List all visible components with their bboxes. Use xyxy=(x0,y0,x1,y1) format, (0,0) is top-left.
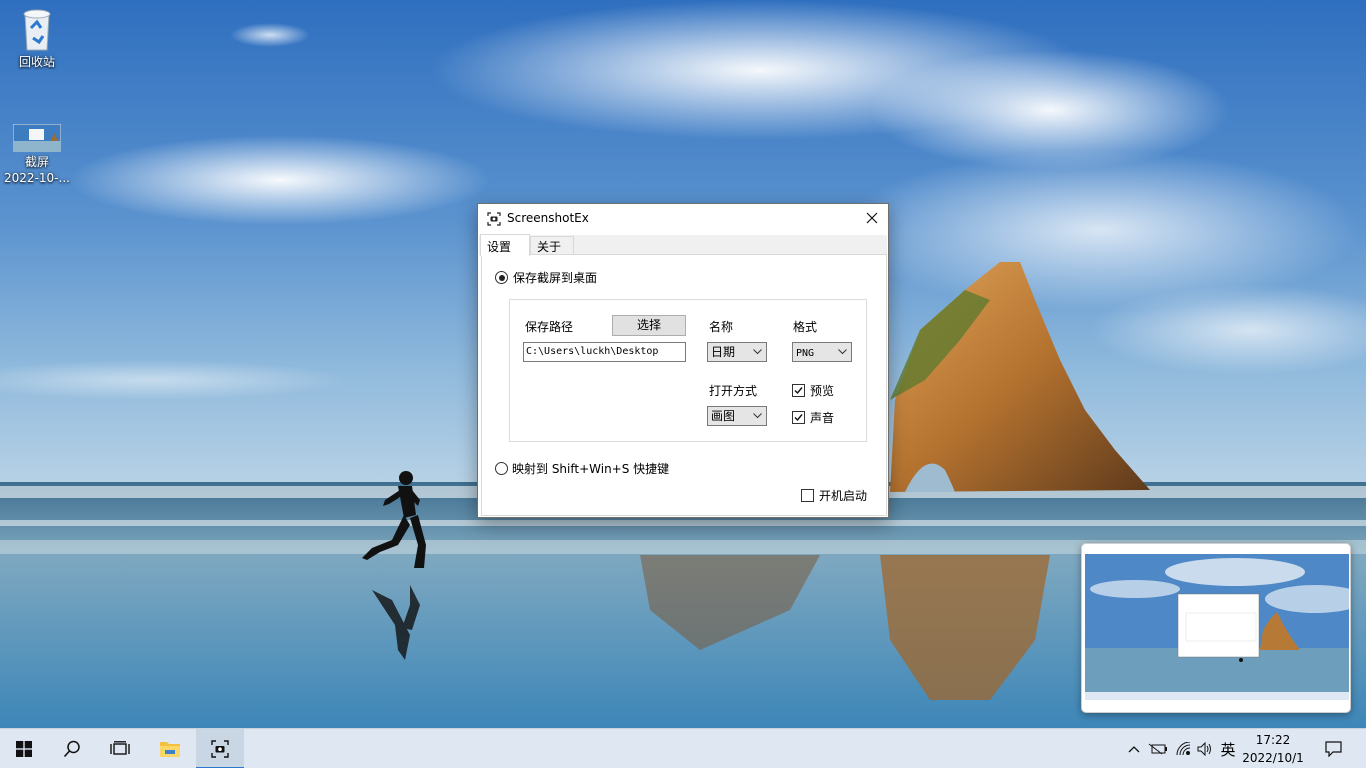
volume-button[interactable] xyxy=(1195,729,1215,768)
screenshotex-window: ScreenshotEx 设置 关于 保存截屏到桌面 保存路径 选择 C:\Us… xyxy=(477,203,889,518)
chevron-down-icon xyxy=(753,349,762,355)
checkmark-icon xyxy=(794,387,803,395)
save-path-input[interactable]: C:\Users\luckh\Desktop xyxy=(523,342,686,362)
map-shortcut-radio[interactable] xyxy=(495,462,508,475)
battery-icon xyxy=(1148,743,1167,755)
clock-time: 17:22 xyxy=(1255,733,1291,747)
screenshot-file-sublabel: 2022-10-... xyxy=(4,171,70,185)
format-select[interactable]: PNG xyxy=(792,342,852,362)
preview-checkbox[interactable] xyxy=(792,384,805,397)
speaker-icon xyxy=(1197,742,1211,756)
start-button[interactable] xyxy=(0,729,48,768)
choose-path-button[interactable]: 选择 xyxy=(612,315,686,336)
tab-strip: 设置 关于 xyxy=(479,234,887,256)
file-explorer-button[interactable] xyxy=(146,729,194,768)
screenshot-file-desktop-icon[interactable]: 截屏 2022-10-... xyxy=(0,124,74,186)
format-label: 格式 xyxy=(793,320,818,334)
settings-tab-page: 保存截屏到桌面 保存路径 选择 C:\Users\luckh\Desktop 名… xyxy=(481,254,887,516)
app-camera-icon xyxy=(487,212,501,226)
tab-settings[interactable]: 设置 xyxy=(480,234,530,256)
title-bar[interactable]: ScreenshotEx xyxy=(478,204,888,234)
save-options-group: 保存路径 选择 C:\Users\luckh\Desktop 名称 日期 格式 … xyxy=(509,299,867,442)
format-select-value: PNG xyxy=(796,348,815,359)
folder-icon xyxy=(160,742,180,757)
sound-checkbox[interactable] xyxy=(792,411,805,424)
autostart-label[interactable]: 开机启动 xyxy=(819,487,867,504)
autostart-checkbox[interactable] xyxy=(801,489,814,502)
save-to-desktop-label[interactable]: 保存截屏到桌面 xyxy=(513,269,597,286)
recycle-bin-desktop-icon[interactable]: 回收站 xyxy=(0,6,74,70)
search-button[interactable] xyxy=(48,729,96,768)
tab-about[interactable]: 关于 xyxy=(530,236,574,256)
close-icon xyxy=(866,212,878,224)
image-file-icon xyxy=(13,124,61,152)
camera-icon xyxy=(211,740,229,758)
notifications-button[interactable] xyxy=(1318,729,1348,768)
clock-date: 2022/10/1 xyxy=(1242,751,1304,765)
recycle-bin-label: 回收站 xyxy=(18,55,55,69)
screenshotex-taskbar-button[interactable] xyxy=(196,729,244,768)
window-title: ScreenshotEx xyxy=(507,211,589,225)
show-hidden-icons-button[interactable] xyxy=(1124,729,1144,768)
chevron-down-icon xyxy=(838,349,847,355)
network-button[interactable] xyxy=(1174,729,1194,768)
preview-label[interactable]: 预览 xyxy=(810,382,834,399)
taskbar: 英 17:22 2022/10/1 xyxy=(0,728,1366,768)
screenshot-file-label: 截屏 xyxy=(24,155,49,169)
open-with-select-value: 画图 xyxy=(711,409,736,423)
wifi-icon xyxy=(1176,742,1191,756)
name-select[interactable]: 日期 xyxy=(707,342,767,362)
save-to-desktop-radio[interactable] xyxy=(495,271,508,284)
task-view-button[interactable] xyxy=(96,729,144,768)
sound-label[interactable]: 声音 xyxy=(810,409,834,426)
screenshot-preview-popup[interactable] xyxy=(1081,543,1351,713)
task-view-icon xyxy=(110,741,130,755)
close-button[interactable] xyxy=(856,204,888,232)
map-shortcut-label[interactable]: 映射到 Shift+Win+S 快捷键 xyxy=(512,460,669,477)
name-label: 名称 xyxy=(709,320,734,334)
save-path-label: 保存路径 xyxy=(525,320,574,334)
open-with-label: 打开方式 xyxy=(709,384,758,398)
recycle-bin-icon xyxy=(23,9,51,51)
battery-button[interactable] xyxy=(1146,729,1170,768)
search-icon xyxy=(63,740,80,758)
clock[interactable]: 17:22 2022/10/1 xyxy=(1240,731,1306,767)
chevron-down-icon xyxy=(753,413,762,419)
input-method-indicator[interactable]: 英 xyxy=(1217,729,1239,768)
notification-center-icon xyxy=(1324,741,1342,757)
screenshot-thumbnail-image xyxy=(1085,554,1349,700)
checkmark-icon xyxy=(794,414,803,422)
chevron-up-icon xyxy=(1128,746,1140,753)
name-select-value: 日期 xyxy=(711,345,736,359)
windows-logo-icon xyxy=(16,741,32,757)
open-with-select[interactable]: 画图 xyxy=(707,406,767,426)
